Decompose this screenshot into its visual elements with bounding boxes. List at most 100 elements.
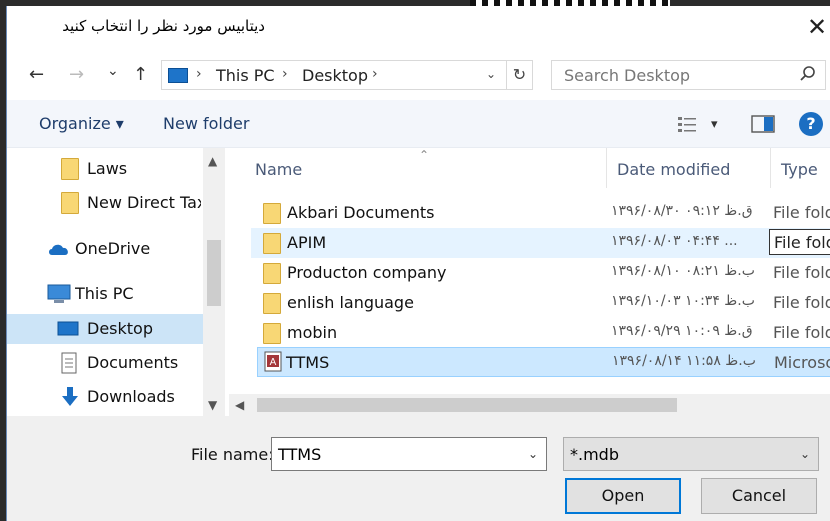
new-folder-button[interactable]: New folder [163, 114, 249, 133]
sidebar-item-label: Downloads [87, 387, 175, 406]
sidebar-item-label: Laws [87, 159, 128, 178]
breadcrumb-separator: › [282, 66, 288, 82]
file-name: enlish language [287, 293, 414, 312]
folder-icon [263, 203, 281, 224]
folder-icon [263, 323, 281, 344]
file-name-value: TTMS [278, 445, 322, 464]
file-name: TTMS [286, 353, 330, 372]
folder-icon [61, 192, 79, 214]
breadcrumb-this-pc[interactable]: This PC [216, 66, 275, 85]
file-date: ۱۳۹۶/۰۸/۰۳ ۰۴:۴۴ ... [611, 233, 738, 249]
preview-pane-icon[interactable] [751, 115, 775, 133]
desktop-icon [57, 321, 79, 336]
file-type: File fold [773, 323, 830, 342]
file-row-apim[interactable]: APIM ۱۳۹۶/۰۸/۰۳ ۰۴:۴۴ ... File fold [251, 228, 830, 258]
file-list-scrollbar[interactable]: ◀ [229, 394, 830, 416]
computer-icon [168, 68, 188, 83]
breadcrumb-desktop[interactable]: Desktop [302, 66, 368, 85]
sidebar-item-label: Documents [87, 353, 179, 372]
chevron-up-icon[interactable]: ▲ [208, 154, 217, 168]
file-name: Akbari Documents [287, 203, 435, 222]
scrollbar-thumb[interactable] [207, 240, 221, 306]
file-row-mobin[interactable]: mobin ۱۳۹۶/۰۹/۲۹ ق.ظ ۱۰:۰۹ File fold [251, 318, 830, 348]
column-label: Date modified [617, 160, 731, 179]
sidebar-item-desktop[interactable]: Desktop [7, 314, 203, 344]
open-button[interactable]: Open [565, 478, 681, 514]
dialog-title: دیتابیس مورد نظر را انتخاب کنید [62, 17, 265, 35]
address-bar[interactable]: › This PC › Desktop › ⌄ [161, 60, 507, 90]
chevron-down-icon[interactable]: ⌄ [800, 447, 810, 461]
file-row-producton-company[interactable]: Producton company ۱۳۹۶/۰۸/۱۰ ب.ظ ۰۸:۲۱ F… [251, 258, 830, 288]
file-date: ۱۳۹۶/۰۸/۱۰ ب.ظ ۰۸:۲۱ [611, 263, 755, 279]
column-header-type[interactable]: Type [771, 148, 830, 188]
dialog-footer: File name: TTMS ⌄ *.mdb ⌄ Open Cancel [7, 416, 830, 521]
sidebar-item-label: This PC [75, 284, 134, 303]
file-row-enlish-language[interactable]: enlish language ۱۳۹۶/۱۰/۰۳ ب.ظ ۱۰:۳۴ Fil… [251, 288, 830, 318]
help-icon[interactable]: ? [799, 112, 823, 136]
file-row-ttms[interactable]: A TTMS ۱۳۹۶/۰۸/۱۴ ب.ظ ۱۱:۵۸ Microso [257, 347, 830, 377]
svg-text:A: A [270, 357, 277, 368]
folder-icon [61, 158, 79, 180]
folder-icon [263, 233, 281, 254]
chevron-left-icon[interactable]: ◀ [235, 398, 244, 412]
search-input[interactable]: Search Desktop [564, 66, 690, 85]
file-type: File fold [769, 229, 830, 255]
recent-locations-icon[interactable]: ⌄ [107, 60, 119, 82]
cancel-button[interactable]: Cancel [701, 478, 817, 514]
breadcrumb-separator: › [196, 66, 202, 82]
chevron-down-icon[interactable]: ▼ [208, 398, 217, 412]
column-header-name[interactable]: Name [245, 148, 607, 188]
cloud-icon [49, 244, 68, 255]
sidebar-item-downloads[interactable]: Downloads [7, 382, 203, 412]
forward-arrow-icon[interactable]: → [69, 64, 84, 86]
sidebar-item-label: Desktop [87, 319, 153, 338]
file-type: File fold [773, 203, 830, 222]
title-bar: دیتابیس مورد نظر را انتخاب کنید ✕ [7, 6, 830, 50]
access-db-icon: A [264, 351, 282, 372]
sidebar-item-label: OneDrive [75, 239, 151, 258]
file-name: Producton company [287, 263, 447, 282]
column-header-date-modified[interactable]: Date modified [607, 148, 771, 188]
up-arrow-icon[interactable]: ↑ [133, 64, 148, 86]
file-name: mobin [287, 323, 338, 342]
file-name: APIM [287, 233, 327, 252]
file-date: ۱۳۹۶/۱۰/۰۳ ب.ظ ۱۰:۳۴ [611, 293, 755, 309]
sidebar-item-laws[interactable]: Laws [7, 154, 203, 184]
search-box[interactable]: Search Desktop [551, 60, 826, 90]
chevron-down-icon[interactable]: ⌄ [486, 67, 496, 81]
file-type: File fold [773, 293, 830, 312]
folder-icon [263, 293, 281, 314]
search-icon [800, 66, 815, 81]
navigation-bar: ← → ⌄ ↑ › This PC › Desktop › ⌄ ↻ Search… [7, 50, 830, 100]
command-toolbar: Organize ▾ New folder ▾ ? [7, 100, 830, 148]
chevron-down-icon[interactable]: ⌄ [528, 447, 538, 461]
sidebar-item-documents[interactable]: Documents [7, 348, 203, 378]
close-icon[interactable]: ✕ [805, 13, 829, 43]
scrollbar-thumb[interactable] [257, 398, 677, 412]
sidebar-item-onedrive[interactable]: OneDrive [7, 234, 203, 264]
file-row-akbari-documents[interactable]: Akbari Documents ۱۳۹۶/۰۸/۳۰ ق.ظ ۰۹:۱۲ Fi… [251, 198, 830, 228]
file-type: Microso [774, 353, 830, 372]
back-arrow-icon[interactable]: ← [29, 64, 44, 86]
documents-icon [61, 352, 77, 374]
file-type-value: *.mdb [570, 445, 619, 464]
chevron-down-icon[interactable]: ▾ [711, 117, 718, 132]
navigation-pane: Laws New Direct Tax A OneDrive This PC D… [7, 148, 225, 416]
column-label: Name [255, 160, 303, 179]
refresh-icon[interactable]: ↻ [507, 60, 533, 90]
sidebar-item-new-direct-tax[interactable]: New Direct Tax A [7, 188, 203, 218]
file-type-select[interactable]: *.mdb ⌄ [563, 437, 819, 471]
open-file-dialog: دیتابیس مورد نظر را انتخاب کنید ✕ ← → ⌄ … [6, 6, 830, 521]
view-options-icon[interactable] [677, 115, 701, 133]
download-icon [62, 387, 78, 406]
navigation-scrollbar[interactable]: ▲ ▼ [203, 148, 225, 416]
computer-icon [47, 284, 71, 303]
file-name-field[interactable]: TTMS ⌄ [271, 437, 547, 471]
sidebar-item-label: New Direct Tax A [87, 193, 201, 212]
sidebar-item-this-pc[interactable]: This PC [7, 279, 203, 309]
organize-button[interactable]: Organize ▾ [39, 114, 124, 133]
column-label: Type [781, 160, 818, 179]
file-date: ۱۳۹۶/۰۸/۳۰ ق.ظ ۰۹:۱۲ [611, 203, 753, 219]
folder-icon [263, 263, 281, 284]
file-date: ۱۳۹۶/۰۸/۱۴ ب.ظ ۱۱:۵۸ [612, 353, 756, 369]
